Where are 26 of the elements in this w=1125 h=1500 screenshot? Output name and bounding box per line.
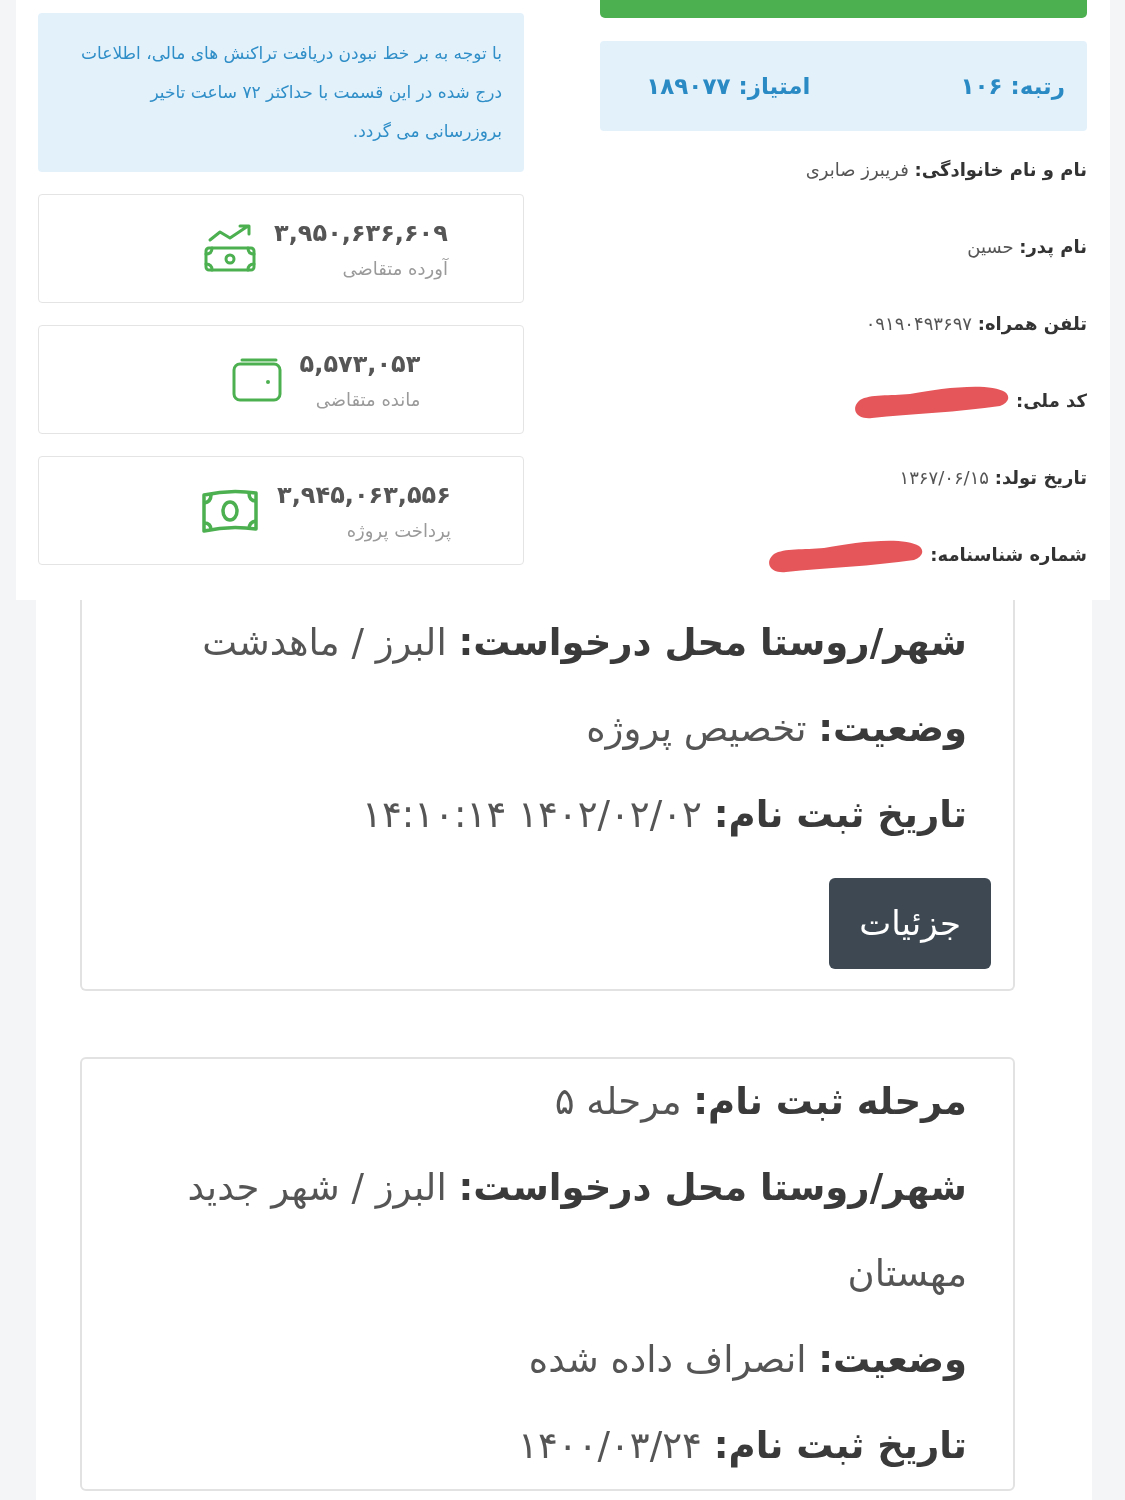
profile-field: تاریخ تولد: ۱۳۶۷/۰۶/۱۵ <box>899 464 1087 491</box>
profile-field: نام پدر: حسین <box>967 233 1087 260</box>
details-button[interactable]: جزئیات <box>829 878 991 969</box>
profile-field: نام و نام خانوادگی: فریبرز صابری <box>805 156 1087 183</box>
stat-label: آورده متقاضی <box>341 257 448 282</box>
action-button[interactable] <box>600 0 1087 18</box>
request-field: شهر/روستا محل درخواست: البرز / ماهدشت <box>102 600 967 686</box>
request-field: تاریخ ثبت نام: ۱۴۰۲/۰۲/۰۲ ۱۴:۱۰:۱۴ <box>102 772 967 858</box>
stat-value: ۳,۹۵۰,۶۳۶,۶۰۹ <box>274 218 448 249</box>
request-field: وضعیت: تخصیص پروژه <box>102 686 967 772</box>
profile-field: شماره شناسنامه: <box>930 541 1087 568</box>
score-text: امتیاز: ۱۸۹۰۷۷ <box>646 71 811 102</box>
profile-field: کد ملی: <box>1015 387 1087 414</box>
profile-field: تلفن همراه: ۰۹۱۹۰۴۹۳۶۹۷ <box>865 310 1087 337</box>
notice-text: با توجه به بر خط نبودن دریافت تراکنش های مالی، اطلاعات درج شده در این قسمت با حداکثر ۷۲ ساعت تاخیر بروزرسانی می گردد. <box>38 13 524 172</box>
banknote-icon <box>201 488 260 533</box>
request-field: تاریخ ثبت نام: ۱۴۰۰/۰۳/۲۴ <box>102 1403 967 1489</box>
wallet-icon <box>231 357 282 402</box>
stat-label: پرداخت پروژه <box>345 519 451 544</box>
request-field: وضعیت: انصراف داده شده <box>102 1317 967 1403</box>
rank-text: رتبه: ۱۰۶ <box>960 71 1065 102</box>
stat-value: ۵,۵۷۳,۰۵۳ <box>299 349 421 380</box>
stat-label: مانده متقاضی <box>314 388 421 412</box>
request-field: مرحله ثبت نام: مرحله ۵ <box>102 1059 967 1145</box>
request-field: شهر/روستا محل درخواست: البرز / شهر جدید مهستان <box>102 1145 967 1317</box>
stat-value: ۳,۹۴۵,۰۶۳,۵۵۶ <box>277 480 451 511</box>
